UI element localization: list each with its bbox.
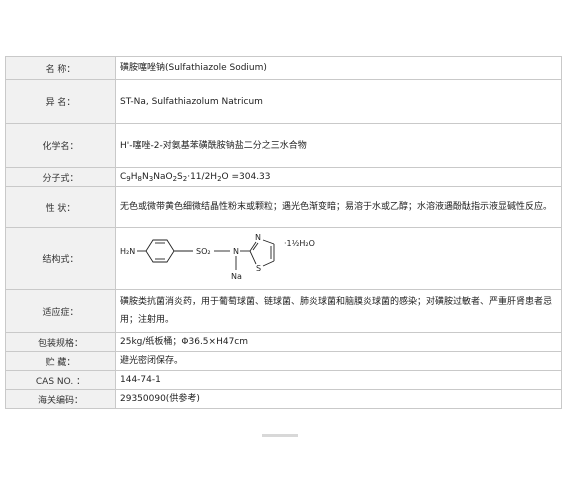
label-properties: 性 状：	[5, 186, 116, 228]
structural-formula: H₂N SO₂ N N S Na ·1½H₂O	[120, 233, 315, 281]
amino-group: H₂N	[120, 247, 135, 256]
formula-part: NaO	[153, 172, 173, 182]
row-structure: 结构式： H₂N SO₂ N N S Na ·1½H₂O	[5, 227, 562, 290]
sulfonyl-group: SO₂	[196, 247, 211, 256]
label-packing: 包装规格：	[5, 332, 116, 352]
value-properties: 无色或微带黄色细微结晶性粉末或颗粒；遇光色渐变暗；易溶于水或乙醇；水溶液遇酚酞指…	[115, 186, 562, 228]
row-indication: 适应症： 磺胺类抗菌消炎药，用于葡萄球菌、链球菌、肺炎球菌和脑膜炎球菌的感染；对…	[5, 289, 562, 333]
label-cas: CAS NO. ：	[5, 370, 116, 390]
value-cas: 144-74-1	[115, 370, 562, 390]
label-hs-code: 海关编码：	[5, 389, 116, 409]
formula-part: ·11/2H	[187, 172, 218, 182]
value-chemical-name: H'-噻唑-2-对氨基苯磺酰胺钠盐二分之三水合物	[115, 123, 562, 168]
thiazole-s: S	[256, 264, 261, 273]
label-storage: 贮 藏：	[5, 351, 116, 371]
row-cas: CAS NO. ： 144-74-1	[5, 370, 562, 390]
label-name: 名 称：	[5, 56, 116, 80]
label-indication: 适应症：	[5, 289, 116, 333]
row-name: 名 称： 磺胺噻唑钠(Sulfathiazole Sodium)	[5, 56, 562, 80]
row-alias: 异 名： ST-Na, Sulfathiazolum Natricum	[5, 79, 562, 124]
row-chemical-name: 化学名： H'-噻唑-2-对氨基苯磺酰胺钠盐二分之三水合物	[5, 123, 562, 168]
sulfonamide-n: N	[233, 247, 239, 256]
formula-part: N	[142, 172, 149, 182]
sodium: Na	[231, 272, 242, 281]
value-alias: ST-Na, Sulfathiazolum Natricum	[115, 79, 562, 124]
value-packing: 25kg/纸板桶；Φ36.5×H47cm	[115, 332, 562, 352]
formula-part: O =304.33	[221, 172, 271, 182]
product-spec-table: 名 称： 磺胺噻唑钠(Sulfathiazole Sodium) 异 名： ST…	[5, 56, 562, 409]
row-properties: 性 状： 无色或微带黄色细微结晶性粉末或颗粒；遇光色渐变暗；易溶于水或乙醇；水溶…	[5, 186, 562, 228]
value-formula: C9H8N3NaO2S2·11/2H2O =304.33	[115, 167, 562, 187]
row-packing: 包装规格： 25kg/纸板桶；Φ36.5×H47cm	[5, 332, 562, 352]
spec-sheet: 名 称： 磺胺噻唑钠(Sulfathiazole Sodium) 异 名： ST…	[0, 56, 568, 409]
thiazole-n: N	[255, 233, 261, 242]
value-name: 磺胺噻唑钠(Sulfathiazole Sodium)	[115, 56, 562, 80]
label-alias: 异 名：	[5, 79, 116, 124]
formula-part: H	[130, 172, 138, 182]
hydrate: ·1½H₂O	[284, 239, 315, 248]
value-hs-code: 29350090(供参考)	[115, 389, 562, 409]
value-storage: 避光密闭保存。	[115, 351, 562, 371]
value-indication: 磺胺类抗菌消炎药，用于葡萄球菌、链球菌、肺炎球菌和脑膜炎球菌的感染；对磺胺过敏者…	[115, 289, 562, 333]
row-storage: 贮 藏： 避光密闭保存。	[5, 351, 562, 371]
cropped-footer-fragment	[262, 434, 298, 437]
label-structure: 结构式：	[5, 227, 116, 290]
label-formula: 分子式：	[5, 167, 116, 187]
label-chemical-name: 化学名：	[5, 123, 116, 168]
row-hs-code: 海关编码： 29350090(供参考)	[5, 389, 562, 409]
value-structure: H₂N SO₂ N N S Na ·1½H₂O	[115, 227, 562, 290]
row-formula: 分子式： C9H8N3NaO2S2·11/2H2O =304.33	[5, 167, 562, 187]
